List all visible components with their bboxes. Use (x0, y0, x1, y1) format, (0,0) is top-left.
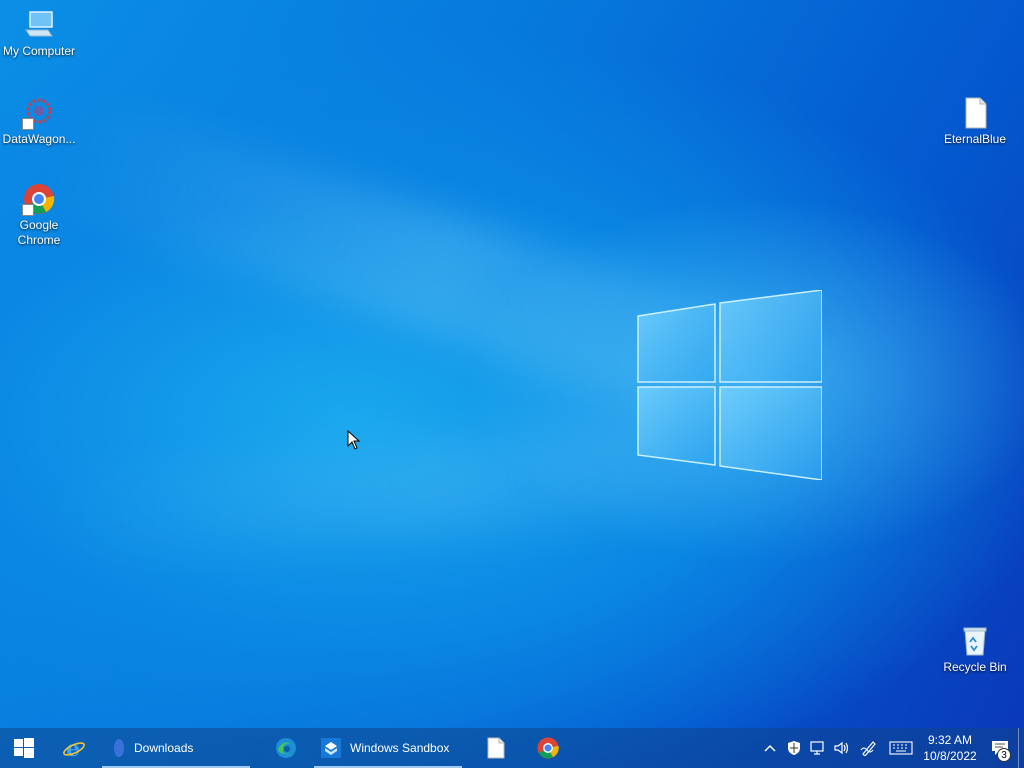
taskbar-downloads[interactable]: Downloads (100, 728, 252, 768)
chrome-icon (22, 182, 56, 216)
taskbar: e Downloads Windows Sandbox 9:32 AM 10/8… (0, 728, 1024, 768)
folder-icon (114, 739, 124, 757)
shortcut-arrow-icon (22, 118, 34, 130)
pen-icon (860, 741, 876, 756)
edge-icon (276, 738, 296, 758)
desktop-icon-google-chrome[interactable]: Google Chrome (0, 182, 78, 248)
start-button[interactable] (0, 728, 48, 768)
taskbar-label-windows-sandbox: Windows Sandbox (350, 741, 450, 755)
computer-icon (22, 8, 56, 42)
shortcut-arrow-icon (22, 204, 34, 216)
taskbar-internet-explorer[interactable]: e (48, 728, 100, 768)
clock-time: 9:32 AM (927, 733, 973, 747)
desktop-icon-datawagon[interactable]: DataWagon... (0, 96, 78, 147)
windows-wallpaper-logo (637, 290, 822, 480)
taskbar-chrome[interactable] (522, 728, 574, 768)
desktop-icon-label: EternalBlue (943, 132, 1007, 146)
desktop-icon-label: Recycle Bin (943, 660, 1007, 674)
internet-explorer-icon: e (63, 736, 85, 760)
desktop-icon-recycle-bin[interactable]: Recycle Bin (936, 624, 1014, 675)
file-icon (958, 96, 992, 130)
tray-volume[interactable] (830, 728, 854, 768)
system-tray: 9:32 AM 10/8/2022 3 (758, 728, 1024, 768)
desktop-icon-label: DataWagon... (2, 132, 76, 146)
taskbar-clock[interactable]: 9:32 AM 10/8/2022 (918, 732, 982, 764)
chrome-icon (537, 737, 559, 759)
show-hidden-icons-button[interactable] (758, 728, 782, 768)
tray-network[interactable] (806, 728, 830, 768)
action-center-button[interactable]: 3 (982, 728, 1018, 768)
tray-pen[interactable] (854, 728, 884, 768)
desktop-icon-my-computer[interactable]: My Computer (0, 8, 78, 59)
datawagon-icon (22, 96, 56, 130)
taskbar-label-downloads: Downloads (134, 741, 194, 755)
taskbar-edge[interactable] (260, 728, 312, 768)
mouse-cursor-icon (347, 430, 361, 450)
security-shield-icon (788, 741, 800, 755)
taskbar-windows-sandbox[interactable]: Windows Sandbox (312, 728, 464, 768)
desktop-icon-label: Google Chrome (17, 218, 61, 247)
chevron-up-icon (764, 744, 776, 752)
tray-security[interactable] (782, 728, 806, 768)
sandbox-icon (321, 738, 341, 758)
taskbar-file[interactable] (470, 728, 522, 768)
clock-date: 10/8/2022 (923, 749, 977, 763)
volume-icon (834, 741, 849, 755)
keyboard-icon (889, 741, 913, 755)
tray-keyboard[interactable] (884, 728, 918, 768)
notification-count-badge: 3 (997, 748, 1011, 762)
network-icon (810, 741, 824, 755)
recycle-bin-icon (958, 624, 992, 658)
show-desktop-button[interactable] (1018, 728, 1024, 768)
desktop-icon-eternalblue[interactable]: EternalBlue (936, 96, 1014, 147)
windows-start-icon (14, 738, 34, 758)
file-icon (487, 737, 505, 759)
desktop-icon-label: My Computer (2, 44, 76, 58)
